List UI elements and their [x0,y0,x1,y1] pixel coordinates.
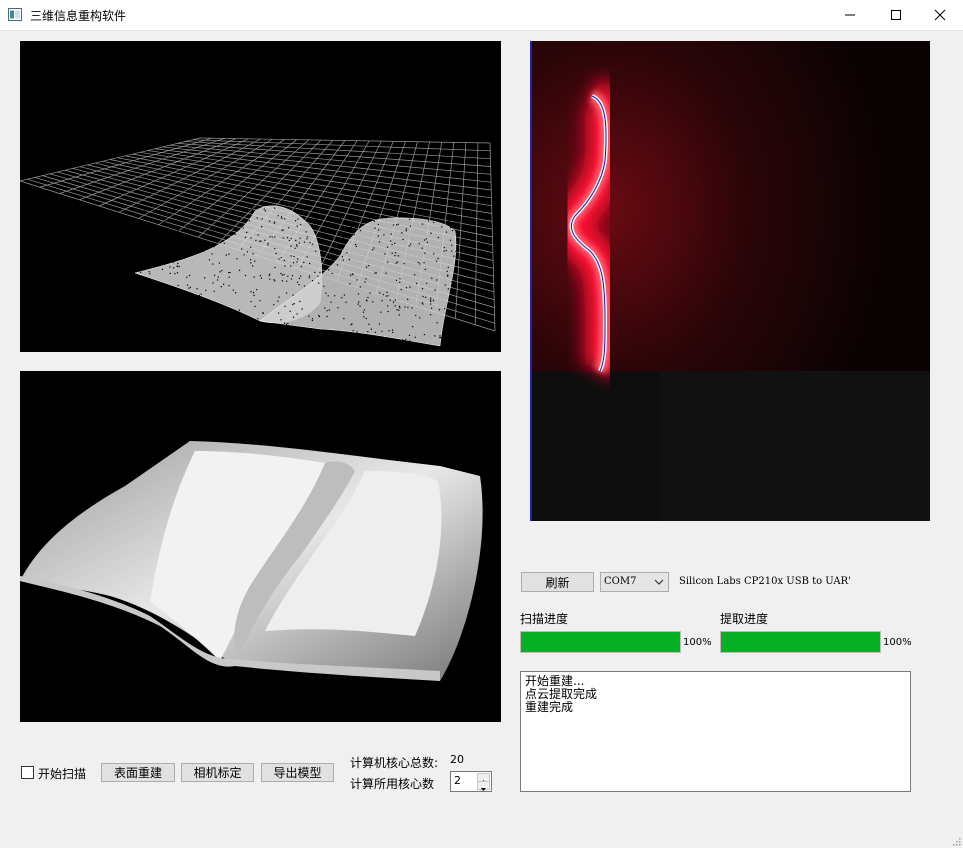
scan-progress-bar [520,631,681,653]
used-cores-spinbox[interactable]: 2 [450,771,492,792]
close-button[interactable] [917,0,963,30]
extract-progress-bar [720,631,881,653]
surface-mesh-view[interactable] [20,371,501,722]
refresh-button[interactable]: 刷新 [521,572,594,592]
surface-mesh-graphic [20,441,483,681]
surface-rebuild-button[interactable]: 表面重建 [101,763,175,782]
minimize-button[interactable] [827,0,873,30]
start-scan-checkbox[interactable] [21,766,34,779]
window-title: 三维信息重构软件 [30,9,127,23]
spin-down-button[interactable] [477,781,490,791]
minimize-icon [845,14,855,16]
resize-grip-icon[interactable] [951,836,961,846]
scan-progress-text: 100% [683,637,712,648]
scan-progress-label: 扫描进度 [520,612,569,626]
extract-progress-text: 100% [883,637,912,648]
port-value: COM7 [604,576,637,587]
export-model-button[interactable]: 导出模型 [261,763,334,782]
arrow-down-icon [481,788,486,791]
total-cores-value: 20 [450,753,464,766]
log-line: 点云提取完成 [525,687,598,701]
log-textarea[interactable]: 开始重建... 点云提取完成 重建完成 [520,671,911,792]
log-line: 重建完成 [525,700,574,714]
laser-camera-view[interactable] [530,41,930,521]
app-window-icon [8,8,22,21]
maximize-icon [891,10,901,20]
chevron-down-icon [654,579,664,585]
start-scan-label: 开始扫描 [38,767,87,781]
camera-calibrate-button[interactable]: 相机标定 [181,763,254,782]
device-name: Silicon Labs CP210x USB to UAR' [679,576,851,587]
point-cloud-wireframe-view[interactable] [20,41,501,352]
port-select[interactable]: COM7 [600,572,669,592]
close-icon [934,9,946,21]
point-cloud-wireframe-graphic [20,137,496,347]
extract-progress-fill [721,632,880,652]
laser-camera-graphic [530,41,930,521]
scan-progress-fill [521,632,680,652]
used-cores-label: 计算所用核心数 [350,777,435,791]
title-bar: 三维信息重构软件 [0,0,963,31]
used-cores-value: 2 [454,774,461,787]
maximize-button[interactable] [873,0,919,30]
extract-progress-label: 提取进度 [720,612,769,626]
total-cores-label: 计算机核心总数: [350,756,439,770]
